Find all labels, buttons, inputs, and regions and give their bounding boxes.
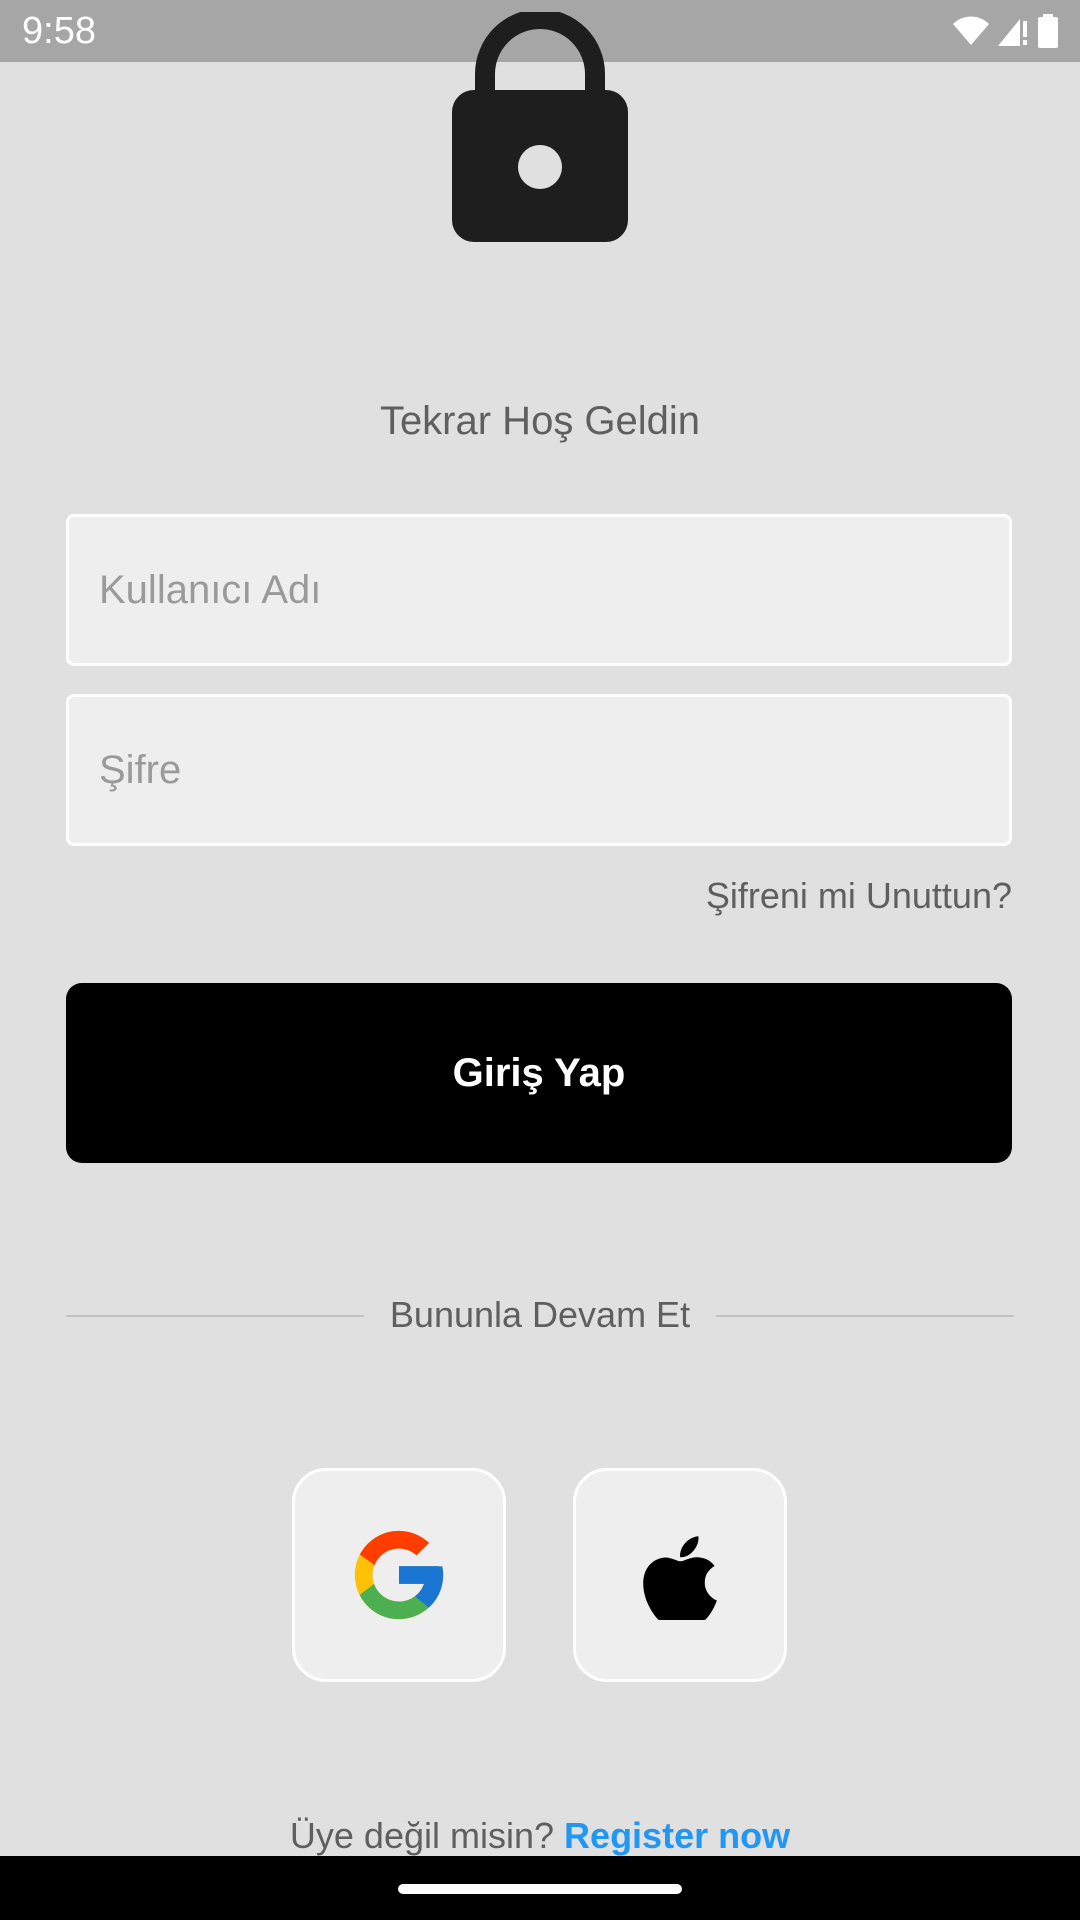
home-indicator[interactable] [398,1884,682,1894]
register-row: Üye değil misin? Register now [0,1812,1080,1860]
welcome-title: Tekrar Hoş Geldin [379,399,701,443]
password-input[interactable] [66,694,1012,846]
wifi-icon [953,16,989,45]
status-time: 9:58 [22,10,96,52]
login-button[interactable]: Giriş Yap [66,983,1012,1163]
lock-icon [452,12,628,242]
forgot-password-link[interactable]: Şifreni mi Unuttun? [706,872,1012,920]
apple-icon [643,1536,717,1620]
battery-icon [1038,14,1058,48]
google-icon [354,1530,444,1620]
navigation-bar [0,1856,1080,1920]
apple-sign-in-button[interactable] [573,1468,787,1682]
signal-icon [998,19,1027,46]
login-button-label: Giriş Yap [452,1050,626,1095]
register-prompt: Üye değil misin? [289,1815,555,1856]
divider-line-right [716,1315,1014,1317]
status-icons [952,12,1060,50]
username-input[interactable] [66,514,1012,666]
google-sign-in-button[interactable] [292,1468,506,1682]
register-now-link[interactable]: Register now [564,1815,790,1856]
